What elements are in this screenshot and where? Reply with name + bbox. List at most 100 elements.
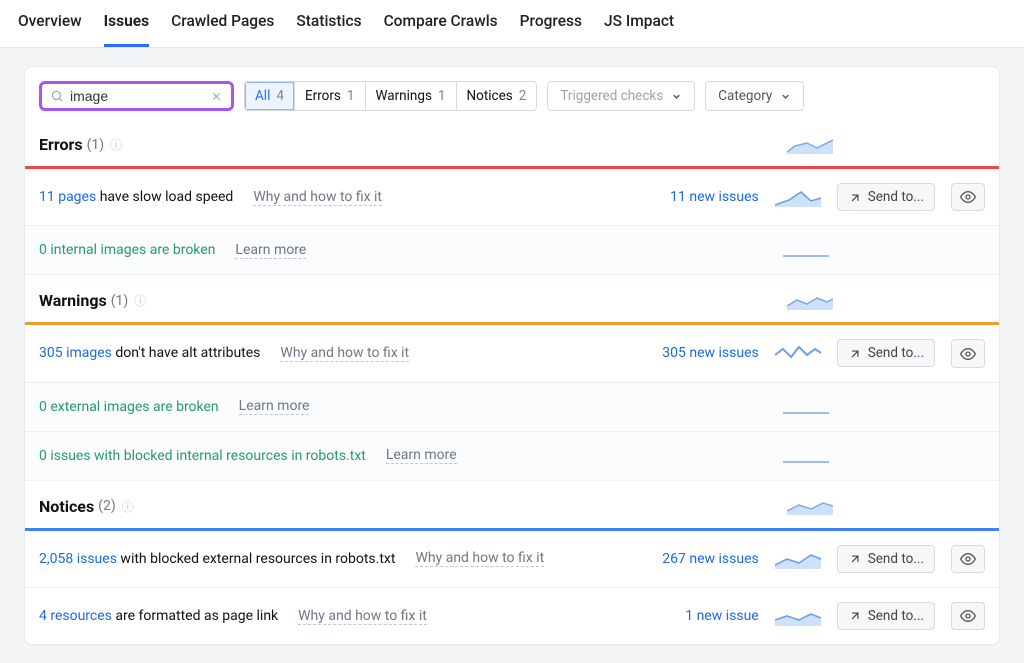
sparkline — [787, 292, 833, 310]
share-icon — [848, 551, 862, 567]
learn-more-link[interactable]: Why and how to fix it — [253, 189, 382, 206]
hide-button[interactable] — [951, 602, 985, 630]
send-to-button[interactable]: Send to... — [837, 602, 935, 630]
issue-count-link[interactable]: 4 resources — [39, 608, 112, 624]
tab-progress[interactable]: Progress — [520, 0, 582, 47]
sparkline — [775, 187, 821, 207]
segment-errors[interactable]: Errors 1 — [295, 82, 366, 110]
issue-count-link[interactable]: 2,058 issues — [39, 551, 117, 567]
issue-row-zero: 0 issues with blocked internal resources… — [25, 432, 999, 481]
segment-all[interactable]: All 4 — [245, 82, 295, 110]
segment-label: All — [255, 88, 270, 104]
tab-overview[interactable]: Overview — [18, 0, 82, 47]
section-header-warnings: Warnings (1) ⓘ — [25, 275, 999, 322]
sparkline — [787, 136, 833, 154]
new-issues-link[interactable]: 1 new issue — [649, 608, 759, 624]
new-issues-link[interactable]: 11 new issues — [649, 189, 759, 205]
tab-crawled-pages[interactable]: Crawled Pages — [171, 0, 274, 47]
issue-count-link[interactable]: 11 pages — [39, 189, 96, 205]
eye-icon — [960, 189, 976, 205]
issues-card: All 4 Errors 1 Warnings 1 Notices 2 Trig… — [24, 66, 1000, 645]
tab-statistics[interactable]: Statistics — [296, 0, 361, 47]
sparkline — [787, 497, 833, 515]
section-title: Warnings — [39, 291, 107, 310]
segment-label: Errors — [305, 88, 341, 104]
issue-text: 4 resources are formatted as page link — [39, 608, 278, 624]
triggered-checks-dropdown[interactable]: Triggered checks — [547, 81, 695, 111]
segment-label: Warnings — [376, 88, 432, 104]
dropdown-label: Triggered checks — [560, 88, 663, 104]
share-icon — [848, 189, 862, 205]
filter-segments: All 4 Errors 1 Warnings 1 Notices 2 — [244, 81, 537, 111]
section-title: Errors — [39, 135, 83, 154]
search-input[interactable] — [70, 88, 190, 104]
tab-compare-crawls[interactable]: Compare Crawls — [384, 0, 498, 47]
sparkline — [783, 397, 829, 417]
tab-issues[interactable]: Issues — [104, 0, 149, 47]
send-to-button[interactable]: Send to... — [837, 545, 935, 573]
zero-issue-text: 0 issues with blocked internal resources… — [39, 448, 366, 464]
share-icon — [848, 608, 862, 624]
hide-button[interactable] — [951, 183, 985, 211]
button-label: Send to... — [868, 608, 924, 624]
section-title: Notices — [39, 497, 94, 516]
issue-count-link[interactable]: 305 images — [39, 345, 112, 361]
button-label: Send to... — [868, 551, 924, 567]
send-to-button[interactable]: Send to... — [837, 183, 935, 211]
learn-more-link[interactable]: Learn more — [235, 242, 306, 259]
learn-more-link[interactable]: Why and how to fix it — [298, 608, 427, 625]
info-icon[interactable]: ⓘ — [134, 292, 146, 309]
info-icon[interactable]: ⓘ — [110, 136, 122, 153]
learn-more-link[interactable]: Why and how to fix it — [415, 550, 544, 567]
section-count: (2) — [98, 498, 116, 514]
section-count: (1) — [87, 137, 105, 153]
share-icon — [848, 345, 862, 361]
segment-label: Notices — [467, 88, 513, 104]
search-box[interactable] — [39, 81, 234, 111]
learn-more-link[interactable]: Learn more — [386, 447, 457, 464]
search-icon — [50, 88, 64, 104]
eye-icon — [960, 551, 976, 567]
issue-row: 4 resources are formatted as page link W… — [25, 588, 999, 644]
section-count: (1) — [111, 293, 129, 309]
segment-count: 1 — [438, 88, 446, 104]
hide-button[interactable] — [951, 545, 985, 573]
tab-js-impact[interactable]: JS Impact — [604, 0, 674, 47]
new-issues-link[interactable]: 305 new issues — [649, 345, 759, 361]
button-label: Send to... — [868, 345, 924, 361]
info-icon[interactable]: ⓘ — [122, 498, 134, 515]
zero-issue-text: 0 external images are broken — [39, 399, 219, 415]
toolbar: All 4 Errors 1 Warnings 1 Notices 2 Trig… — [25, 67, 999, 119]
category-dropdown[interactable]: Category — [705, 81, 804, 111]
top-nav: Overview Issues Crawled Pages Statistics… — [0, 0, 1024, 48]
eye-icon — [960, 608, 976, 624]
eye-icon — [960, 346, 976, 362]
section-header-errors: Errors (1) ⓘ — [25, 119, 999, 166]
hide-button[interactable] — [951, 339, 985, 367]
send-to-button[interactable]: Send to... — [837, 339, 935, 367]
segment-warnings[interactable]: Warnings 1 — [366, 82, 457, 110]
issue-row: 11 pages have slow load speed Why and ho… — [25, 169, 999, 226]
zero-issue-text: 0 internal images are broken — [39, 242, 215, 258]
sparkline — [775, 606, 821, 626]
chevron-down-icon — [780, 88, 791, 104]
segment-count: 1 — [347, 88, 355, 104]
sparkline — [775, 343, 821, 363]
section-header-notices: Notices (2) ⓘ — [25, 481, 999, 528]
segment-notices[interactable]: Notices 2 — [457, 82, 537, 110]
issue-row-zero: 0 external images are broken Learn more — [25, 383, 999, 432]
issue-row: 2,058 issues with blocked external resou… — [25, 531, 999, 588]
issue-text: 2,058 issues with blocked external resou… — [39, 551, 395, 567]
clear-search-icon[interactable] — [210, 88, 223, 104]
new-issues-link[interactable]: 267 new issues — [649, 551, 759, 567]
issue-text: 305 images don't have alt attributes — [39, 345, 260, 361]
issue-row: 305 images don't have alt attributes Why… — [25, 325, 999, 382]
learn-more-link[interactable]: Learn more — [239, 398, 310, 415]
segment-count: 4 — [276, 88, 284, 104]
issue-text: 11 pages have slow load speed — [39, 189, 233, 205]
sparkline — [775, 549, 821, 569]
issue-row-zero: 0 internal images are broken Learn more — [25, 226, 999, 275]
sparkline — [783, 446, 829, 466]
learn-more-link[interactable]: Why and how to fix it — [280, 345, 409, 362]
dropdown-label: Category — [718, 88, 772, 104]
